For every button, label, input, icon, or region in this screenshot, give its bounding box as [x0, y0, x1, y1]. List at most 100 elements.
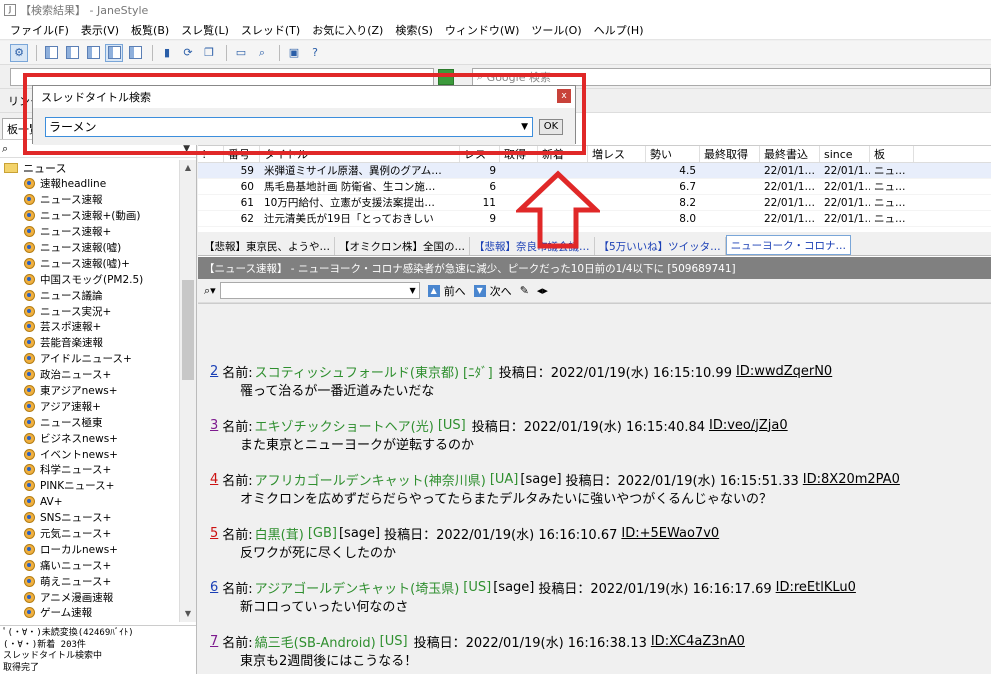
close-icon[interactable]: x	[557, 89, 571, 103]
search-icon[interactable]: ⌕	[253, 44, 271, 62]
board-item[interactable]: ニュース議論	[0, 287, 179, 303]
board-tree-scrollbar[interactable]: ▲ ▼	[179, 160, 196, 622]
chevron-down-icon[interactable]: ▼	[521, 122, 528, 132]
thread-tab[interactable]: 【悲報】東京民、ようや…	[200, 237, 335, 255]
board-item[interactable]: ニュース速報+	[0, 224, 179, 240]
board-item[interactable]: PINKニュース+	[0, 478, 179, 494]
document-icon[interactable]: ▮	[158, 44, 176, 62]
refresh-icon[interactable]: ⟳	[179, 44, 197, 62]
board-item[interactable]: 芸能音楽速報	[0, 335, 179, 351]
column-header[interactable]: 板	[870, 146, 914, 162]
search-icon[interactable]: ⌕▾	[204, 284, 216, 298]
column-header[interactable]: 最終書込	[760, 146, 820, 162]
help-icon[interactable]: ?	[306, 44, 324, 62]
column-header[interactable]: !	[198, 146, 224, 162]
column-header[interactable]: 番号	[224, 146, 260, 162]
board-item[interactable]: 東アジアnews+	[0, 383, 179, 399]
board-item[interactable]: SNSニュース+	[0, 510, 179, 526]
board-item[interactable]: ニュース速報	[0, 192, 179, 208]
board-item[interactable]: 科学ニュース+	[0, 462, 179, 478]
ok-button[interactable]: OK	[539, 118, 563, 135]
board-item[interactable]: ローカルnews+	[0, 541, 179, 557]
board-item[interactable]: イベントnews+	[0, 446, 179, 462]
thread-tab-active[interactable]: ニューヨーク・コロナ…	[725, 235, 851, 255]
comment-icon[interactable]: ▭	[232, 44, 250, 62]
menu-file[interactable]: ファイル(F)	[10, 22, 69, 38]
board-item[interactable]: 萌えニュース+	[0, 573, 179, 589]
find-next-button[interactable]: ▼ 次へ	[473, 283, 512, 299]
board-item[interactable]: ニュース極東	[0, 414, 179, 430]
menu-window[interactable]: ウィンドウ(W)	[445, 22, 519, 38]
post-number-link[interactable]: 7	[210, 634, 218, 649]
thread-title-search-input[interactable]: ラーメン ▼	[45, 116, 533, 137]
post-id-link[interactable]: ID:veo/jZja0	[709, 418, 788, 433]
board-item[interactable]: ゲーム速報	[0, 605, 179, 621]
pane-layout-2-icon[interactable]	[63, 44, 81, 62]
settings-icon[interactable]: ▣	[285, 44, 303, 62]
board-item[interactable]: ニュース速報(嘘)	[0, 240, 179, 256]
pane-layout-5-icon[interactable]	[126, 44, 144, 62]
tree-folder-news[interactable]: ニュース	[0, 160, 179, 176]
post-id-link[interactable]: ID:8X20m2PA0	[803, 472, 900, 487]
column-header[interactable]: 最終取得	[700, 146, 760, 162]
menu-thread[interactable]: スレッド(T)	[241, 22, 300, 38]
menu-view[interactable]: 表示(V)	[81, 22, 119, 38]
board-item[interactable]: 元気ニュース+	[0, 526, 179, 542]
board-item[interactable]: ニュース速報(嘘)+	[0, 255, 179, 271]
post-id-link[interactable]: ID:reEtlKLu0	[776, 580, 856, 595]
post-id-link[interactable]: ID:XC4aZ3nA0	[651, 634, 745, 649]
find-prev-button[interactable]: ▲ 前へ	[427, 283, 466, 299]
board-item[interactable]: アイドルニュース+	[0, 351, 179, 367]
post-id-link[interactable]: ID:wwdZqerN0	[736, 364, 832, 379]
board-item[interactable]: 中国スモッグ(PM2.5)	[0, 271, 179, 287]
menu-tools[interactable]: ツール(O)	[531, 22, 581, 38]
menu-search[interactable]: 検索(S)	[395, 22, 433, 38]
board-item[interactable]: アジア速報+	[0, 398, 179, 414]
pane-layout-1-icon[interactable]	[42, 44, 60, 62]
column-header[interactable]: レス	[460, 146, 500, 162]
scroll-up-icon[interactable]: ▲	[180, 160, 196, 176]
row-momentum: 8.2	[679, 196, 696, 209]
column-header[interactable]: タイトル	[260, 146, 460, 162]
board-item[interactable]: AV+	[0, 494, 179, 510]
board-item[interactable]: 政治ニュース+	[0, 367, 179, 383]
menu-help[interactable]: ヘルプ(H)	[594, 22, 644, 38]
menu-favorites[interactable]: お気に入り(Z)	[312, 22, 383, 38]
menu-board-list[interactable]: 板覧(B)	[131, 22, 169, 38]
post-number-link[interactable]: 3	[210, 418, 218, 433]
board-item[interactable]: ニュース実況+	[0, 303, 179, 319]
pane-layout-4-icon[interactable]	[105, 43, 123, 62]
find-input[interactable]: ▼	[219, 282, 420, 299]
scroll-thumb[interactable]	[182, 280, 194, 380]
thread-tab[interactable]: 【オミクロン株】全国の…	[335, 237, 470, 255]
column-header[interactable]: 取得	[500, 146, 538, 162]
board-item[interactable]: 速報headline	[0, 176, 179, 192]
board-item[interactable]: アニメ漫画速報	[0, 589, 179, 605]
post-number-link[interactable]: 2	[210, 364, 218, 379]
post-number-link[interactable]: 4	[210, 472, 218, 487]
pane-layout-3-icon[interactable]	[84, 44, 102, 62]
board-item[interactable]: 痛いニュース+	[0, 557, 179, 573]
board-tree-icon[interactable]: ⚙	[10, 43, 28, 62]
menu-thread-list[interactable]: スレ覧(L)	[181, 22, 229, 38]
board-item[interactable]: 芸スポ速報+	[0, 319, 179, 335]
expand-icon[interactable]: ◂▸	[537, 284, 548, 297]
web-search-input[interactable]: ⌕ Google 検索	[472, 68, 991, 86]
post-number-link[interactable]: 6	[210, 580, 218, 595]
thread-tab[interactable]: 【5万いいね】ツイッタ…	[595, 237, 726, 255]
post-id-link[interactable]: ID:+5EWao7v0	[621, 526, 719, 541]
highlight-pen-icon[interactable]: ✎	[520, 284, 529, 297]
column-header[interactable]: since	[820, 146, 870, 162]
post-number-link[interactable]: 5	[210, 526, 218, 541]
column-header[interactable]: 新着	[538, 146, 588, 162]
copy-icon[interactable]: ❐	[200, 44, 218, 62]
chevron-down-icon[interactable]: ▼	[410, 286, 416, 295]
board-item[interactable]: ニュース速報+(動画)	[0, 208, 179, 224]
address-input[interactable]	[10, 68, 434, 86]
chevron-down-icon[interactable]: ▼	[183, 144, 190, 154]
column-header[interactable]: 勢い	[646, 146, 700, 162]
go-icon[interactable]	[438, 69, 454, 85]
board-item[interactable]: ビジネスnews+	[0, 430, 179, 446]
scroll-down-icon[interactable]: ▼	[180, 606, 196, 622]
column-header[interactable]: 増レス	[588, 146, 646, 162]
